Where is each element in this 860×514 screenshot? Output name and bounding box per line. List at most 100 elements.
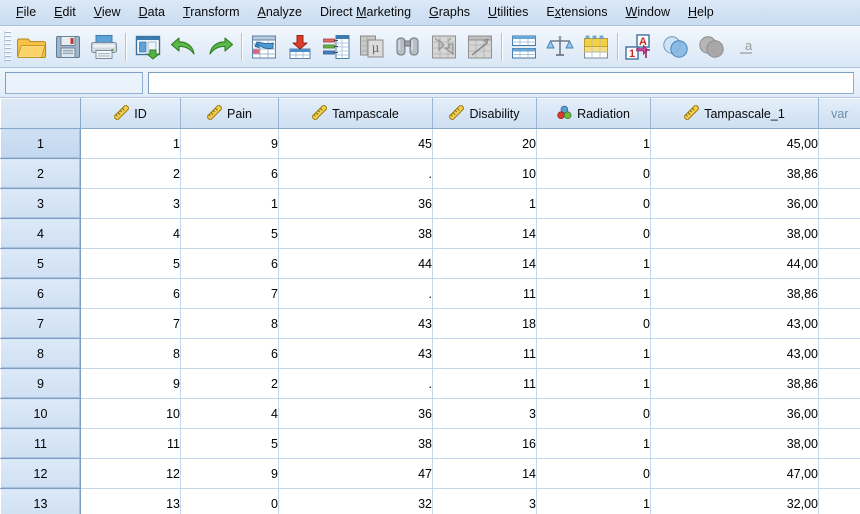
cell-pain[interactable]: 9	[181, 459, 279, 489]
cell-id[interactable]: 8	[81, 339, 181, 369]
cell-tampascale-1[interactable]: 38,00	[651, 219, 819, 249]
column-header-pain[interactable]: Pain	[181, 99, 279, 129]
column-header-radiation[interactable]: Radiation	[537, 99, 651, 129]
cell-tampascale[interactable]: 32	[279, 489, 433, 514]
cell-id[interactable]: 2	[81, 159, 181, 189]
menu-file[interactable]: File	[7, 2, 45, 23]
cell-empty[interactable]	[819, 459, 860, 489]
menu-transform[interactable]: Transform	[174, 2, 249, 23]
cell-tampascale[interactable]: 38	[279, 429, 433, 459]
cell-tampascale-1[interactable]: 43,00	[651, 339, 819, 369]
column-header-disability[interactable]: Disability	[433, 99, 537, 129]
cell-radiation[interactable]: 0	[537, 399, 651, 429]
cell-radiation[interactable]: 0	[537, 309, 651, 339]
cell-value-input[interactable]	[148, 72, 854, 94]
table-row[interactable]: 10 10 4 36 3 0 36,00	[1, 399, 860, 429]
row-header[interactable]: 6	[1, 279, 81, 309]
table-row[interactable]: 13 13 0 32 3 1 32,00	[1, 489, 860, 514]
cell-empty[interactable]	[819, 429, 860, 459]
cell-empty[interactable]	[819, 369, 860, 399]
row-header[interactable]: 5	[1, 249, 81, 279]
insert-variable-button[interactable]	[462, 29, 498, 65]
cell-id[interactable]: 10	[81, 399, 181, 429]
cell-id[interactable]: 13	[81, 489, 181, 514]
cell-tampascale[interactable]: 36	[279, 189, 433, 219]
cell-pain[interactable]: 6	[181, 249, 279, 279]
row-header[interactable]: 9	[1, 369, 81, 399]
find-button[interactable]	[390, 29, 426, 65]
cell-disability[interactable]: 3	[433, 489, 537, 514]
row-header[interactable]: 7	[1, 309, 81, 339]
cell-radiation[interactable]: 0	[537, 219, 651, 249]
table-row[interactable]: 4 4 5 38 14 0 38,00	[1, 219, 860, 249]
cell-pain[interactable]: 5	[181, 429, 279, 459]
cell-pain[interactable]: 7	[181, 279, 279, 309]
cell-tampascale[interactable]: .	[279, 279, 433, 309]
cell-id[interactable]: 12	[81, 459, 181, 489]
menu-data[interactable]: Data	[130, 2, 174, 23]
cell-radiation[interactable]: 0	[537, 459, 651, 489]
cell-disability[interactable]: 3	[433, 399, 537, 429]
spell-check-button[interactable]: a	[730, 29, 766, 65]
table-row[interactable]: 12 12 9 47 14 0 47,00	[1, 459, 860, 489]
cell-pain[interactable]: 6	[181, 339, 279, 369]
column-header-empty-var[interactable]: var	[819, 99, 860, 129]
cell-id[interactable]: 3	[81, 189, 181, 219]
cell-empty[interactable]	[819, 249, 860, 279]
table-row[interactable]: 11 11 5 38 16 1 38,00	[1, 429, 860, 459]
print-button[interactable]	[86, 29, 122, 65]
cell-empty[interactable]	[819, 279, 860, 309]
cell-radiation[interactable]: 0	[537, 159, 651, 189]
cell-radiation[interactable]: 1	[537, 129, 651, 159]
cell-tampascale[interactable]: 43	[279, 339, 433, 369]
cell-tampascale-1[interactable]: 38,86	[651, 159, 819, 189]
table-row[interactable]: 2 2 6 . 10 0 38,86	[1, 159, 860, 189]
menu-analyze[interactable]: Analyze	[249, 2, 311, 23]
table-row[interactable]: 8 8 6 43 11 1 43,00	[1, 339, 860, 369]
cell-radiation[interactable]: 0	[537, 189, 651, 219]
data-grid-container[interactable]: ID	[0, 98, 860, 514]
table-row[interactable]: 6 6 7 . 11 1 38,86	[1, 279, 860, 309]
menu-utilities[interactable]: Utilities	[479, 2, 537, 23]
show-all-variables-button[interactable]	[694, 29, 730, 65]
cell-id[interactable]: 4	[81, 219, 181, 249]
row-header[interactable]: 2	[1, 159, 81, 189]
cell-disability[interactable]: 14	[433, 459, 537, 489]
cell-radiation[interactable]: 1	[537, 339, 651, 369]
cell-tampascale-1[interactable]: 44,00	[651, 249, 819, 279]
cell-tampascale[interactable]: 47	[279, 459, 433, 489]
cell-radiation[interactable]: 1	[537, 369, 651, 399]
menu-direct-marketing[interactable]: Direct Marketing	[311, 2, 420, 23]
column-header-tampascale-1[interactable]: Tampascale_1	[651, 99, 819, 129]
cell-tampascale[interactable]: 44	[279, 249, 433, 279]
cell-disability[interactable]: 18	[433, 309, 537, 339]
cell-radiation[interactable]: 1	[537, 249, 651, 279]
table-row[interactable]: 7 7 8 43 18 0 43,00	[1, 309, 860, 339]
cell-empty[interactable]	[819, 489, 860, 514]
cell-tampascale-1[interactable]: 38,86	[651, 279, 819, 309]
row-header[interactable]: 11	[1, 429, 81, 459]
menu-view[interactable]: View	[85, 2, 130, 23]
menu-edit[interactable]: Edit	[45, 2, 85, 23]
weight-cases-button[interactable]	[542, 29, 578, 65]
variables-button[interactable]	[318, 29, 354, 65]
cell-radiation[interactable]: 1	[537, 429, 651, 459]
cell-radiation[interactable]: 1	[537, 279, 651, 309]
cell-tampascale-1[interactable]: 43,00	[651, 309, 819, 339]
row-header[interactable]: 13	[1, 489, 81, 514]
split-file-button[interactable]	[506, 29, 542, 65]
cell-empty[interactable]	[819, 219, 860, 249]
cell-pain[interactable]: 1	[181, 189, 279, 219]
goto-case-button[interactable]	[246, 29, 282, 65]
cell-pain[interactable]: 2	[181, 369, 279, 399]
cell-tampascale-1[interactable]: 36,00	[651, 189, 819, 219]
column-header-tampascale[interactable]: Tampascale	[279, 99, 433, 129]
cell-id[interactable]: 6	[81, 279, 181, 309]
cell-empty[interactable]	[819, 309, 860, 339]
cell-id[interactable]: 9	[81, 369, 181, 399]
cell-tampascale-1[interactable]: 38,00	[651, 429, 819, 459]
cell-tampascale-1[interactable]: 47,00	[651, 459, 819, 489]
cell-pain[interactable]: 8	[181, 309, 279, 339]
cell-tampascale-1[interactable]: 32,00	[651, 489, 819, 514]
cell-disability[interactable]: 11	[433, 369, 537, 399]
